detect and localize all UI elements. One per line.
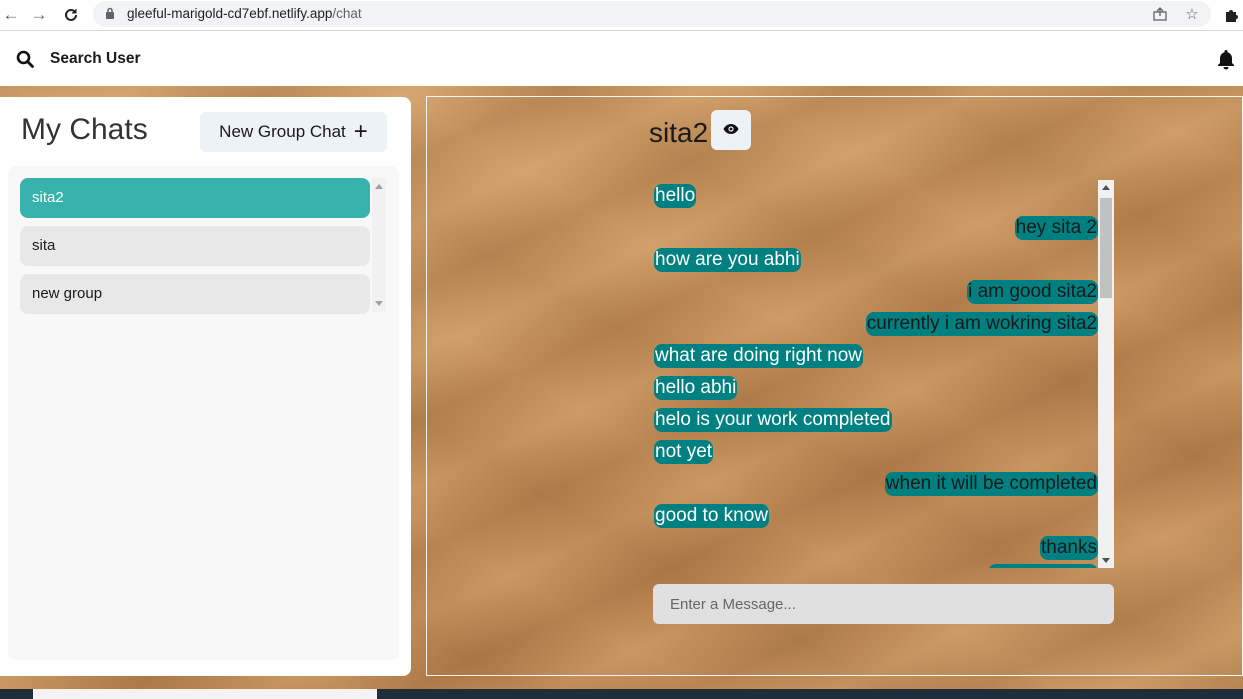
chat-list-scrollbar[interactable] <box>372 178 386 312</box>
taskbar-search-box[interactable] <box>33 689 377 699</box>
chat-item-sita[interactable]: sita <box>20 226 370 266</box>
star-icon[interactable]: ☆ <box>1183 6 1201 24</box>
messages-scrollbar[interactable] <box>1098 180 1114 568</box>
messages-area: hello hey sita 2 how are you abhi i am g… <box>654 180 1098 568</box>
message-bubble: currently i am wokring sita2 <box>865 312 1098 336</box>
lock-icon <box>106 7 114 19</box>
search-icon <box>16 50 34 68</box>
chat-item-new-group[interactable]: new group <box>20 274 370 314</box>
reload-icon[interactable] <box>60 4 82 26</box>
search-user-button[interactable]: Search User <box>16 44 140 74</box>
message-bubble: what are doing right now <box>654 344 864 368</box>
message-bubble: how are you abhi <box>654 248 801 272</box>
bell-icon[interactable] <box>1215 48 1237 70</box>
message-bubble: helo is your work completed <box>654 408 892 432</box>
back-icon[interactable]: ← <box>0 4 22 26</box>
plus-icon: + <box>353 118 368 145</box>
chat-title: sita2 <box>649 117 709 148</box>
message-bubble: hello abhi <box>654 376 738 400</box>
scroll-up-arrow-icon[interactable] <box>1102 185 1110 190</box>
extensions-icon[interactable] <box>1221 4 1243 26</box>
scroll-up-arrow-icon[interactable] <box>375 184 383 189</box>
my-chats-title: My Chats <box>21 113 148 146</box>
app-header: Search User <box>0 31 1243 86</box>
browser-toolbar: ← → gleeful-marigold-cd7ebf.netlify.app/… <box>0 0 1243 31</box>
message-bubble: when it will be completed <box>884 472 1098 496</box>
forward-icon[interactable]: → <box>28 4 50 26</box>
message-bubble: hey sita 2 <box>1014 216 1098 240</box>
share-icon[interactable] <box>1151 6 1169 24</box>
url-text: gleeful-marigold-cd7ebf.netlify.app/chat <box>127 6 362 21</box>
message-bubble: i am good sita2 <box>967 280 1098 304</box>
message-input[interactable] <box>653 584 1114 624</box>
scrollbar-thumb[interactable] <box>1100 198 1112 298</box>
scroll-down-arrow-icon[interactable] <box>1102 558 1110 563</box>
taskbar <box>0 689 1243 699</box>
scroll-down-arrow-icon[interactable] <box>375 301 383 306</box>
message-bubble: thanks <box>1040 536 1098 560</box>
chat-item-sita2[interactable]: sita2 <box>20 178 370 218</box>
eye-icon <box>723 124 739 134</box>
view-profile-button[interactable] <box>711 110 751 150</box>
my-chats-panel: My Chats New Group Chat + sita2 sita new… <box>0 97 411 676</box>
message-bubble-partial <box>988 564 1098 568</box>
new-group-chat-button[interactable]: New Group Chat + <box>200 112 387 152</box>
search-user-label: Search User <box>50 50 141 67</box>
chat-list: sita2 sita new group <box>8 166 399 660</box>
message-bubble: hello <box>654 184 697 208</box>
message-bubble: not yet <box>654 440 714 464</box>
chat-window: sita2 hello hey sita 2 how are you abhi … <box>426 96 1243 676</box>
message-bubble: good to know <box>654 504 770 528</box>
new-group-chat-label: New Group Chat <box>219 122 346 141</box>
address-bar[interactable]: gleeful-marigold-cd7ebf.netlify.app/chat… <box>93 1 1211 27</box>
